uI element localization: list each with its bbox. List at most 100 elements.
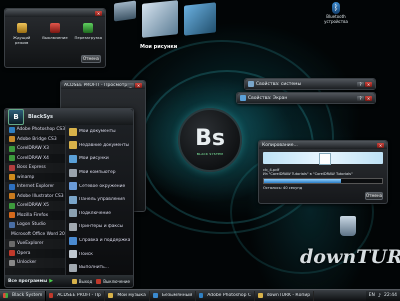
bluetooth-sublabel: устройства	[324, 19, 348, 24]
help-button[interactable]: ?	[357, 95, 364, 101]
start-menu-place-item[interactable]: Подключение	[66, 207, 133, 221]
system-properties-title: Свойства: системы	[256, 81, 302, 87]
close-button[interactable]: ×	[377, 142, 384, 148]
help-button[interactable]: ?	[357, 81, 364, 87]
close-button[interactable]: ×	[365, 81, 372, 87]
all-programs-arrow-icon: ▶	[49, 278, 54, 284]
music-icon	[108, 293, 114, 298]
program-label: Microsoft Office Word 2003	[11, 231, 65, 237]
recycle-bin-icon[interactable]	[340, 216, 356, 236]
close-button[interactable]: ×	[365, 95, 372, 101]
program-icon	[9, 259, 15, 266]
place-label: Мой компьютер	[79, 170, 116, 176]
windows-logo-icon	[3, 293, 8, 298]
photos-folder-icon[interactable]	[142, 0, 178, 38]
standby-button[interactable]: Ждущий режим	[7, 23, 37, 45]
start-menu-program-item[interactable]: Boss Express	[5, 163, 65, 173]
taskbar-tab-label: Мои музыка	[117, 293, 146, 298]
shutdown-button[interactable]: Выключение	[40, 23, 70, 45]
close-button[interactable]: ×	[135, 82, 142, 88]
taskbar-tab[interactable]: Безымянный	[150, 290, 197, 301]
restart-button[interactable]: Перезагрузка	[73, 23, 103, 45]
start-menu-place-item[interactable]: Принтеры и факсы	[66, 220, 133, 234]
start-menu-place-item[interactable]: Недавние документы	[66, 139, 133, 153]
pictures-folder-icon[interactable]	[184, 2, 216, 36]
printer-icon	[69, 222, 77, 231]
start-label: Black System	[12, 293, 43, 298]
close-button[interactable]: ×	[95, 10, 102, 16]
taskbar-tab[interactable]: downTURK - Копир...	[255, 290, 315, 301]
program-label: Mozilla Firefox	[17, 212, 49, 218]
start-menu-place-item[interactable]: Поиск	[66, 247, 133, 261]
standby-label: Ждущий режим	[12, 35, 31, 45]
volume-icon[interactable]: ♪	[378, 293, 381, 299]
places-list: Мои документы Недавние документы Мои рисун…	[66, 125, 133, 275]
place-label: Сетевое окружение	[79, 183, 126, 189]
copy-time-left: Осталось: 40 секунд	[263, 186, 303, 190]
start-menu-place-item[interactable]: Сетевое окружение	[66, 179, 133, 193]
program-label: Adobe Bridge CS3	[17, 136, 57, 142]
start-menu-place-item[interactable]: Мои документы	[66, 125, 133, 139]
start-menu-program-item[interactable]: Adobe Illustrator CS3	[5, 192, 65, 202]
start-menu-program-item[interactable]: CorelDRAW X5	[5, 201, 65, 211]
program-label: Logon Studio	[17, 222, 46, 228]
copy-dialog-titlebar: Копирование... ×	[259, 141, 387, 149]
place-label: Недавние документы	[79, 142, 130, 148]
desktop-folder-label[interactable]: Мои рисунки	[140, 44, 177, 50]
start-menu-footer: Все программы ▶ Выход Выключение	[5, 275, 133, 287]
cancel-button[interactable]: Отмена	[365, 192, 383, 200]
program-label: Opera	[17, 250, 31, 256]
taskbar-tab[interactable]: ACDSEE PROFI - Просм...	[46, 290, 106, 301]
start-menu-place-item[interactable]: Мои рисунки	[66, 152, 133, 166]
program-label: Adobe Photoshop CS3	[16, 127, 65, 133]
start-menu-program-item[interactable]: Adobe Bridge CS3	[5, 135, 65, 145]
start-menu-place-item[interactable]: Панель управления	[66, 193, 133, 207]
shutdown-icon	[96, 278, 102, 284]
documents-icon	[69, 127, 77, 136]
taskbar-tab-label: downTURK - Копир...	[266, 293, 311, 298]
acdsee-icon	[49, 293, 54, 298]
all-programs-button[interactable]: Все программы	[8, 279, 47, 284]
network-icon	[69, 182, 77, 191]
cancel-button[interactable]: Отмена	[81, 55, 101, 63]
computer-icon	[248, 81, 254, 87]
program-label: CorelDRAW X3	[17, 146, 49, 152]
watermark: downTURK	[300, 216, 400, 268]
restart-label: Перезагрузка	[74, 35, 103, 40]
start-menu-program-item[interactable]: Unlocker	[5, 258, 65, 268]
start-menu-program-item[interactable]: Logon Studio	[5, 220, 65, 230]
language-indicator[interactable]: EN	[369, 293, 375, 298]
taskbar-tab[interactable]: Adobe Photoshop CS3...	[196, 290, 256, 301]
taskbar-tabs: ACDSEE PROFI - Просм... Мои музыка Безымян…	[46, 290, 365, 301]
folder-icon	[258, 293, 263, 298]
start-menu-program-item[interactable]: Opera	[5, 249, 65, 259]
start-menu-program-item[interactable]: CorelDRAW X3	[5, 144, 65, 154]
start-menu-place-item[interactable]: Справка и поддержка	[66, 234, 133, 248]
start-menu-program-item[interactable]: Microsoft Office Word 2003	[5, 230, 65, 240]
acdsee-window-title: ACDSEE PROFIT - Просмотр	[64, 82, 127, 88]
acdsee-window-titlebar: ACDSEE PROFIT - Просмотр _ ×	[61, 81, 145, 89]
start-menu-program-item[interactable]: Adobe Photoshop CS3	[5, 125, 65, 135]
bluetooth-shortcut[interactable]: ᛒ Bluetooth устройства	[314, 2, 358, 24]
program-icon	[9, 126, 15, 133]
start-menu-place-item[interactable]: Мой компьютер	[66, 166, 133, 180]
copy-dialog-title: Копирование...	[262, 142, 298, 148]
start-menu-program-item[interactable]: Internet Explorer	[5, 182, 65, 192]
pictures-icon	[69, 154, 77, 163]
taskbar-tab[interactable]: Мои музыка	[105, 290, 150, 301]
program-icon	[9, 164, 15, 171]
program-label: Adobe Illustrator CS3	[17, 193, 64, 199]
start-button[interactable]: Black System	[0, 290, 47, 301]
start-menu-program-item[interactable]: VueExplorer	[5, 239, 65, 249]
shutdown-menu-button[interactable]: Выключение	[103, 279, 130, 284]
start-menu-program-item[interactable]: Mozilla Firefox	[5, 211, 65, 221]
program-icon	[9, 240, 15, 247]
program-label: CorelDRAW X5	[17, 203, 49, 209]
start-menu-place-item[interactable]: Выполнить...	[66, 261, 133, 275]
logoff-button[interactable]: Выход	[79, 279, 92, 284]
start-menu-program-item[interactable]: winamp	[5, 173, 65, 183]
start-menu-program-item[interactable]: CorelDRAW X4	[5, 154, 65, 164]
desktop-logo: Bs BLACK SYSTEM	[178, 108, 242, 172]
minimize-button[interactable]: _	[127, 82, 134, 88]
folder-icon[interactable]	[114, 0, 136, 22]
